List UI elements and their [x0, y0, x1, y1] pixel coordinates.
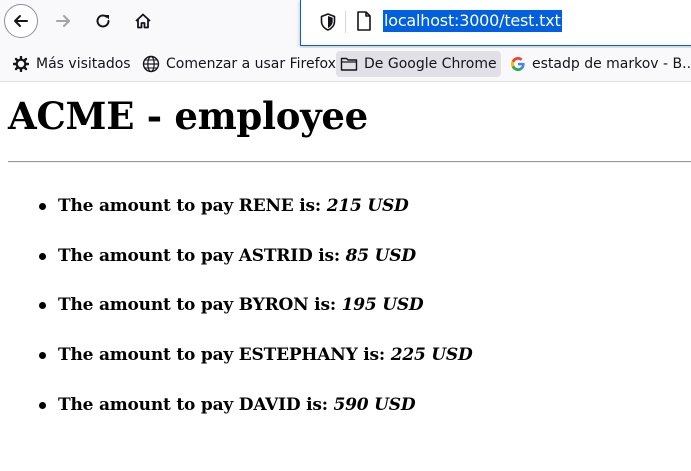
- horizontal-rule: [8, 161, 691, 163]
- browser-chrome: localhost:3000/test.txt Más visitados Co…: [0, 0, 691, 82]
- navigation-toolbar: localhost:3000/test.txt: [0, 0, 691, 48]
- url-bar-separator: [345, 11, 346, 33]
- url-text[interactable]: localhost:3000/test.txt: [383, 10, 562, 32]
- bookmark-label: estadp de markov - B...: [532, 56, 691, 72]
- payment-label: The amount to pay ASTRID is:: [58, 245, 346, 266]
- payment-amount: 85 USD: [345, 245, 416, 266]
- bullet-point: [39, 352, 46, 360]
- payment-amount: 225 USD: [390, 345, 473, 366]
- back-button[interactable]: [4, 4, 38, 38]
- home-icon: [135, 13, 151, 29]
- tracking-protection-shield-icon[interactable]: [319, 12, 337, 32]
- payment-label: The amount to pay DAVID is:: [58, 394, 334, 415]
- bookmark-markov-search[interactable]: estadp de markov - B...: [506, 51, 691, 77]
- payment-text: The amount to pay ASTRID is: 85 USD: [58, 244, 416, 268]
- arrow-right-icon: [56, 15, 70, 27]
- home-button[interactable]: [126, 4, 160, 38]
- bookmark-label: De Google Chrome: [364, 56, 497, 72]
- bookmark-getting-started[interactable]: Comenzar a usar Firefox: [138, 51, 340, 77]
- payment-amount: 195 USD: [341, 295, 424, 316]
- payment-amount: 215 USD: [326, 196, 409, 216]
- page-title: ACME - employee: [8, 94, 368, 138]
- url-bar[interactable]: localhost:3000/test.txt: [300, 0, 691, 46]
- forward-button[interactable]: [46, 4, 80, 38]
- google-icon: [510, 55, 526, 73]
- payment-amount: 590 USD: [333, 394, 416, 415]
- payment-label: The amount to pay RENE is:: [58, 196, 327, 216]
- bookmark-most-visited[interactable]: Más visitados: [8, 51, 135, 77]
- bookmark-folder-from-chrome[interactable]: De Google Chrome: [336, 51, 501, 77]
- bookmarks-toolbar: Más visitados Comenzar a usar Firefox De…: [0, 48, 691, 82]
- page-document-icon[interactable]: [355, 10, 373, 32]
- gear-icon: [12, 55, 30, 73]
- bullet-point: [39, 302, 46, 310]
- payment-label: The amount to pay ESTEPHANY is:: [58, 345, 391, 366]
- bullet-point: [39, 401, 46, 409]
- arrow-left-icon: [14, 15, 28, 27]
- payment-text: The amount to pay ESTEPHANY is: 225 USD: [58, 343, 473, 367]
- reload-button[interactable]: [86, 4, 120, 38]
- payment-text: The amount to pay RENE is: 215 USD: [58, 194, 409, 218]
- page-content: ACME - employee The amount to pay RENE i…: [0, 82, 691, 471]
- payment-label: The amount to pay BYRON is:: [58, 295, 342, 316]
- bullet-point: [39, 203, 46, 210]
- folder-icon: [340, 55, 358, 73]
- payment-text: The amount to pay BYRON is: 195 USD: [58, 293, 424, 317]
- bullet-point: [39, 252, 46, 260]
- reload-icon: [96, 14, 110, 28]
- payment-text: The amount to pay DAVID is: 590 USD: [58, 393, 416, 417]
- globe-icon: [142, 55, 160, 73]
- bookmark-label: Comenzar a usar Firefox: [166, 56, 336, 72]
- bookmark-label: Más visitados: [36, 56, 131, 72]
